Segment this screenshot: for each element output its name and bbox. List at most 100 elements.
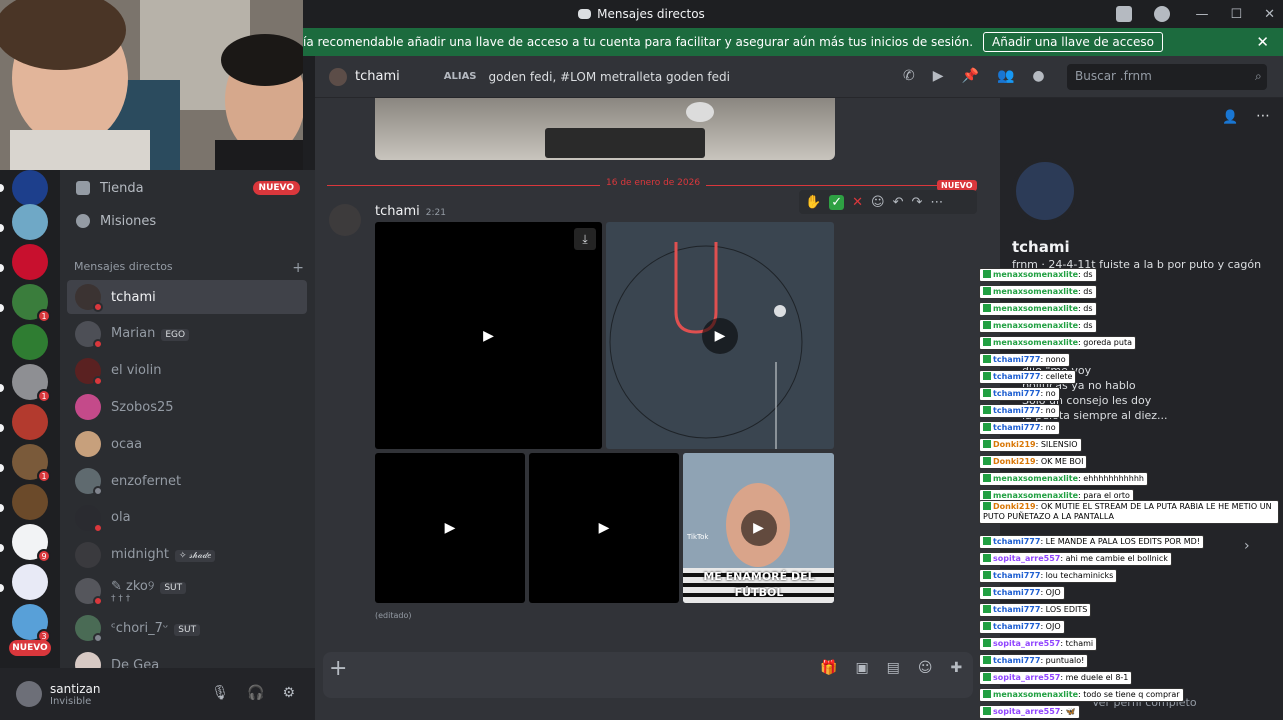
dm-row[interactable]: Marian EGO (67, 317, 307, 351)
download-icon[interactable]: ⤓ (574, 228, 596, 250)
stream-chat-user: tchami777 (993, 355, 1041, 364)
dm-row[interactable]: el violin (67, 354, 307, 388)
chat-header: tchami ALIAS goden fedi, #LOM metralleta… (315, 56, 1283, 98)
server-icon[interactable]: 1 (12, 444, 51, 483)
call-icon[interactable]: ✆ (903, 68, 915, 84)
dm-row[interactable]: enzofernet (67, 464, 307, 498)
dm-row[interactable]: ocaa (67, 427, 307, 461)
chat-badge-icon (983, 554, 991, 562)
dm-row[interactable]: ola (67, 501, 307, 535)
stream-chat-line: tchami777: puntualo! (979, 648, 1283, 668)
stream-chat-text: : 🦋 (1060, 707, 1076, 716)
avatar (75, 357, 103, 386)
dm-row[interactable]: midnight ✧ 𝓈𝒽𝒶𝒹𝑒 (67, 538, 307, 572)
stream-chat-line: tchami777: no (979, 415, 1283, 435)
video-attachment[interactable]: ▶ (375, 453, 525, 603)
play-icon[interactable]: ▶ (740, 510, 777, 546)
nav-quests[interactable]: Misiones (68, 206, 308, 236)
new-servers-pill[interactable]: NUEVO (9, 640, 51, 656)
play-icon[interactable]: ▶ (586, 510, 622, 546)
minimize-button[interactable]: — (1195, 7, 1208, 22)
unread-badge: 1 (37, 309, 51, 323)
add-reaction-icon[interactable]: ☺ (871, 195, 885, 210)
video-call-icon[interactable]: ▶ (933, 68, 944, 84)
video-attachment[interactable]: ⤓ ▶ (375, 222, 602, 449)
server-icon[interactable] (12, 204, 48, 240)
server-icon[interactable]: 1 (12, 284, 51, 323)
gear-icon[interactable]: ⚙ (282, 685, 295, 701)
play-icon[interactable]: ▶ (432, 510, 468, 546)
server-icon[interactable] (12, 404, 48, 440)
video-attachment[interactable]: ▶ (529, 453, 679, 603)
search-input[interactable]: Buscar .frnm (1067, 64, 1267, 90)
pin-icon[interactable]: 📌 (962, 68, 979, 84)
server-icon[interactable]: 9 (12, 524, 51, 563)
video-attachment[interactable]: ▶ (606, 222, 834, 449)
dm-row[interactable]: ✎ zko୨ SUT † † † (67, 574, 307, 608)
shop-icon (76, 181, 90, 195)
dm-label-group: ✎ zko୨ SUT † † † (111, 579, 187, 604)
apps-icon[interactable]: ✚ (951, 660, 963, 676)
passkey-banner: ía recomendable añadir una llave de acce… (303, 28, 1283, 56)
banner-close-icon[interactable]: ✕ (1256, 33, 1269, 51)
play-icon[interactable]: ▶ (470, 317, 507, 354)
reaction-x-icon[interactable]: ✕ (852, 195, 863, 210)
server-icon[interactable]: 1 (12, 364, 51, 403)
add-passkey-button[interactable]: Añadir una llave de acceso (983, 32, 1163, 52)
sticker-icon[interactable]: ▤ (887, 660, 900, 676)
dm-row[interactable]: tchami (67, 280, 307, 314)
server-icon[interactable] (12, 484, 48, 520)
reaction-hand-icon[interactable]: ✋ (805, 195, 821, 210)
server-icon[interactable] (12, 170, 48, 206)
dm-row[interactable]: Szobos25 (67, 390, 307, 424)
add-friend-icon[interactable]: 👤 (1222, 110, 1238, 125)
play-icon[interactable]: ▶ (702, 317, 738, 354)
gift-icon[interactable]: 🎁 (820, 660, 837, 676)
dm-name: enzofernet (111, 473, 182, 489)
server-icon[interactable] (12, 244, 48, 280)
stream-chat-line: menaxsomenaxlite: ehhhhhhhhhhh (979, 466, 1283, 486)
video-attachment[interactable]: TikTok ME ENAMORÉ DEL FÚTBOL ▶ (683, 453, 834, 603)
attach-plus-icon[interactable]: + (329, 656, 347, 681)
stream-chat-text: : cellete (1040, 372, 1073, 381)
nav-shop[interactable]: Tienda NUEVO (68, 173, 308, 203)
chat-badge-icon (983, 571, 991, 579)
server-icon[interactable] (12, 324, 48, 360)
close-window-button[interactable]: ✕ (1264, 7, 1275, 22)
stream-chat-line: tchami777: cellete (979, 364, 1283, 384)
avatar[interactable] (329, 204, 361, 236)
more-options-icon[interactable]: ⋯ (1256, 108, 1270, 124)
chat-badge-icon (983, 537, 991, 545)
stream-chat-text: : todo se tiene q comprar (1078, 690, 1180, 699)
add-friends-icon[interactable]: 👥 (997, 68, 1014, 84)
forward-icon[interactable]: ↷ (911, 195, 922, 210)
server-icon[interactable] (12, 564, 48, 600)
stream-chat-user: tchami777 (993, 571, 1041, 580)
more-options-icon[interactable]: ⋯ (930, 195, 943, 210)
avatar[interactable] (1012, 158, 1078, 224)
dm-label-group: Marian EGO (111, 326, 190, 342)
maximize-button[interactable]: ☐ (1230, 7, 1242, 22)
stream-chat-text: : no (1040, 406, 1056, 415)
reply-icon[interactable]: ↶ (893, 195, 904, 210)
emoji-icon[interactable]: ☺ (918, 660, 933, 676)
headphones-icon[interactable]: 🎧 (247, 685, 264, 701)
server-icon[interactable]: 3 (12, 604, 51, 643)
reaction-check-icon[interactable]: ✓ (829, 194, 845, 210)
stream-chat-text: : ahi me cambie el bollnick (1060, 554, 1168, 563)
inbox-icon[interactable] (1116, 6, 1132, 22)
avatar[interactable] (16, 681, 42, 707)
chat-recipient-name[interactable]: tchami (355, 69, 400, 84)
avatar[interactable] (329, 67, 347, 86)
previous-image-attachment[interactable] (375, 98, 835, 160)
message-author[interactable]: tchami (375, 204, 420, 219)
microphone-icon[interactable]: 🎙 (211, 685, 229, 701)
message-actions-toolbar: ✋ ✓ ✕ ☺ ↶ ↷ ⋯ (799, 190, 977, 214)
dm-row[interactable]: ᶜchori_7ᵕ SUT (67, 611, 307, 645)
help-icon[interactable] (1154, 6, 1170, 22)
add-dm-icon[interactable]: + (292, 260, 304, 276)
gif-icon[interactable]: ▣ (855, 660, 868, 676)
user-profile-icon[interactable]: ● (1032, 68, 1044, 84)
avatar (75, 468, 103, 496)
chat-messages: 16 de enero de 2026 NUEVO tchami 2:21 ✋ ✓… (315, 98, 1000, 646)
